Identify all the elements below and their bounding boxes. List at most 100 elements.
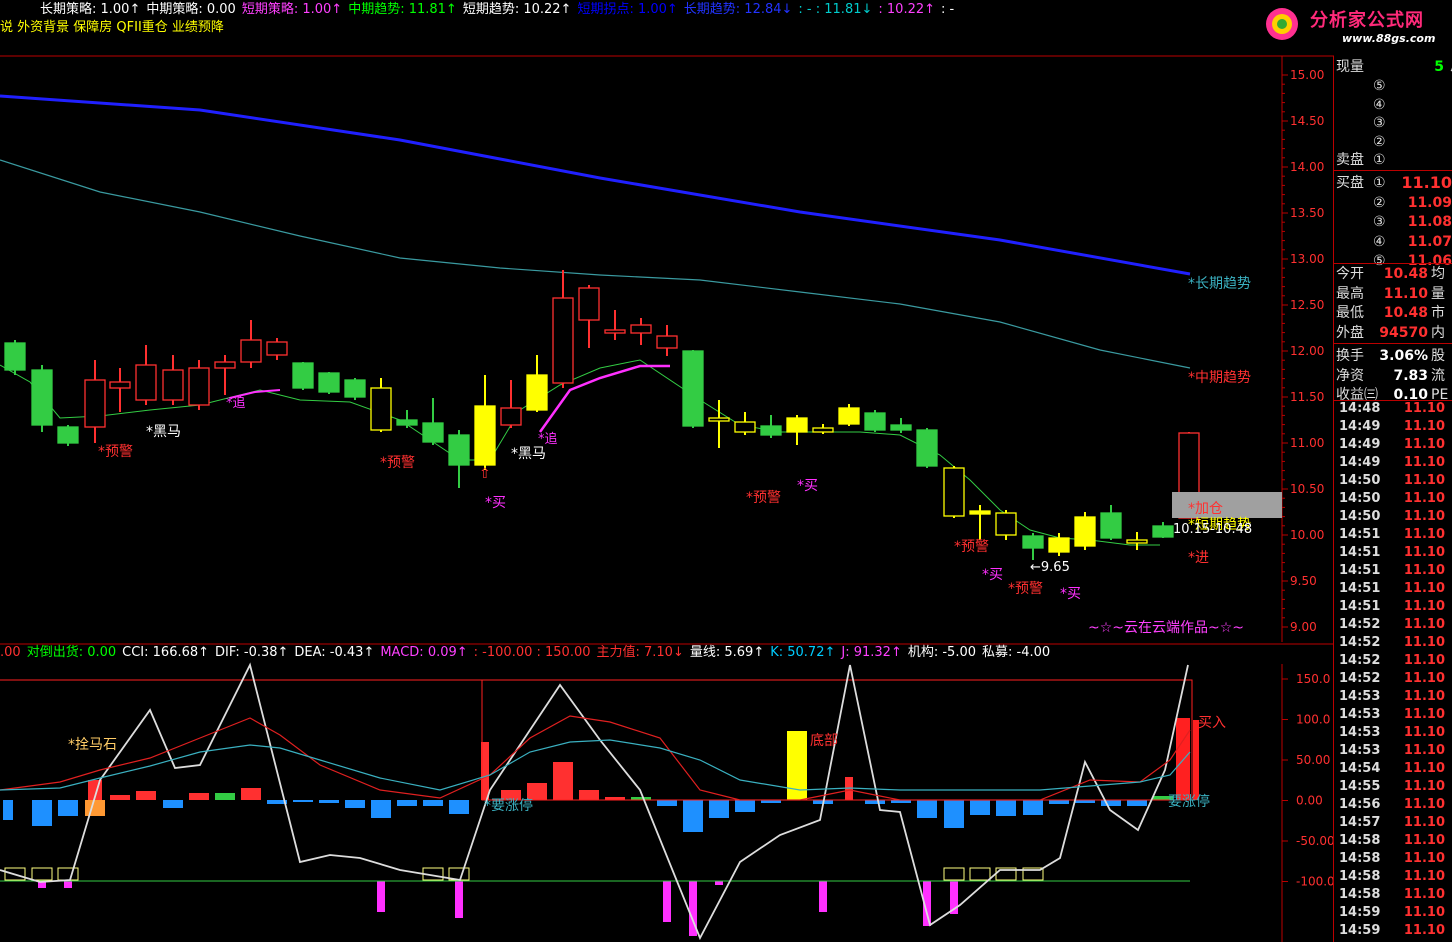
header-item: 短期趋势: 10.22↑ [462,2,572,17]
candle-body [370,387,392,431]
header-item: 机构: -5.00 [907,645,976,660]
chart-label: *追 [538,432,558,447]
indicator-bar [1101,800,1121,806]
ind-tick-label: -50.00 [1296,834,1334,848]
quote-row: ② [1335,133,1452,151]
chart-label: *预警 [98,444,133,460]
tick-time: 14:58 [1339,887,1381,902]
indicator-bar [865,800,885,804]
chart-label: *中期趋势 [1188,370,1251,386]
tick-time: 14:54 [1339,761,1381,776]
sell-level: ① [1373,152,1386,168]
candle-body [656,335,678,349]
price-tick-label: 13.00 [1290,252,1324,266]
tick-price: 11.10 [1403,599,1445,614]
indicator-bar [85,800,105,816]
tick-price: 11.10 [1403,761,1445,776]
candle-body [812,427,834,433]
indicator-bar [917,800,937,818]
indicator-bar [136,791,156,800]
chart-label: *买 [982,567,1003,583]
tick-time: 14:50 [1339,509,1381,524]
candle-body [162,369,184,401]
quote-extra: 流 [1431,367,1445,384]
header-item: K: 50.72↑ [770,645,836,660]
ind-tick-label: 50.00 [1296,753,1330,767]
candle-body [266,341,288,356]
indicator-bar [215,793,235,800]
header-item: : 10.22↑ [878,2,936,17]
quote-value: 7.83 [1393,367,1428,384]
tick-price: 11.10 [1403,491,1445,506]
chart-label: *拴马石 [68,737,117,753]
quote-row: 现量5总 [1335,58,1452,76]
quote-row: 最低 10.48 市 [1335,304,1452,322]
tick-price: 11.10 [1403,779,1445,794]
price-tick-label: 14.50 [1290,114,1324,128]
tick-price: 11.10 [1403,617,1445,632]
header-item: 长期趋势: 12.84↓ [683,2,793,17]
quote-value: 94570 [1379,324,1428,341]
tick-time: 14:55 [1339,779,1381,794]
indicator-bars [3,492,1282,936]
indicator-bar [1127,800,1147,806]
candle-body [682,350,704,427]
candle-body [760,425,782,436]
quote-value: 11.10 [1401,173,1452,192]
quote-value: 3.06% [1379,348,1428,364]
header-item: DIF: -0.38↑ [215,645,289,660]
chart-label: *买 [485,495,506,511]
candle-body [916,429,938,467]
ind-tick-label: 150.0 [1296,672,1330,686]
quote-key: 卖盘 [1336,152,1364,168]
candle-body [1152,525,1174,538]
tick-row: 14:55 11.10 [1337,778,1449,796]
tick-time: 14:51 [1339,563,1381,578]
price-tick-label: 11.00 [1290,436,1324,450]
tick-row: 14:49 11.10 [1337,418,1449,436]
tick-row: 14:54 11.10 [1337,760,1449,778]
tick-price: 11.10 [1403,851,1445,866]
tick-time: 14:52 [1339,653,1381,668]
buy-level: ① [1373,175,1386,191]
indicator-bar [163,800,183,808]
price-axis: 15.00 14.50 14.00 13.50 13.00 12.50 12.00 11.50… [1282,68,1324,634]
chart-label: 买入 [1198,715,1226,731]
tick-row: 14:59 11.10 [1337,904,1449,922]
indicator-bar [683,800,703,832]
candle-body [214,361,236,369]
signal-marker [57,867,79,881]
price-tick-label: 11.50 [1290,390,1324,404]
quote-row: 换手 3.06% 股 [1335,347,1452,365]
quote-extra: 量 [1431,285,1445,302]
buy-level: ④ [1373,233,1386,250]
tick-price: 11.10 [1403,635,1445,650]
quote-row: 最高 11.10 量 [1335,285,1452,303]
tick-time: 14:49 [1339,455,1381,470]
chart-label: *长期趋势 [1188,276,1251,292]
tick-row: 14:51 11.10 [1337,562,1449,580]
tick-price: 11.10 [1403,815,1445,830]
kline-chart[interactable]: 15.00 14.50 14.00 13.50 13.00 12.50 12.00 11.50… [0,0,1334,942]
chart-label: ~☆~云在云端作品~☆~ [1088,620,1245,636]
tick-time: 14:58 [1339,869,1381,884]
quote-key: 外盘 [1336,324,1364,341]
header-line-1: 长期策略: 1.00↑ 中期策略: 0.00 短期策略: 1.00↑ 中期趋势: 11… [40,2,960,18]
quote-row: ⑤ [1335,77,1452,95]
chart-label: *要涨停 [484,798,533,814]
candle-body [318,372,340,393]
tick-row: 14:50 11.10 [1337,472,1449,490]
tick-row: 14:58 11.10 [1337,850,1449,868]
candle-body [734,421,756,433]
candle-body [890,424,912,431]
header-item: 中期策略: 0.00 [146,2,236,17]
header-item: DEA: -0.43↑ [294,645,375,660]
ind-tick-label: 100.0 [1296,713,1330,727]
tick-time: 14:59 [1339,905,1381,920]
header-line-2: 说 外资背景 保障房 QFII重仓 业绩预降 [0,20,224,35]
price-tick-label: 10.50 [1290,482,1324,496]
tick-price: 11.10 [1403,887,1445,902]
indicator-bar [553,762,573,800]
tick-price: 11.10 [1403,797,1445,812]
quote-key: 净资 [1336,367,1364,384]
